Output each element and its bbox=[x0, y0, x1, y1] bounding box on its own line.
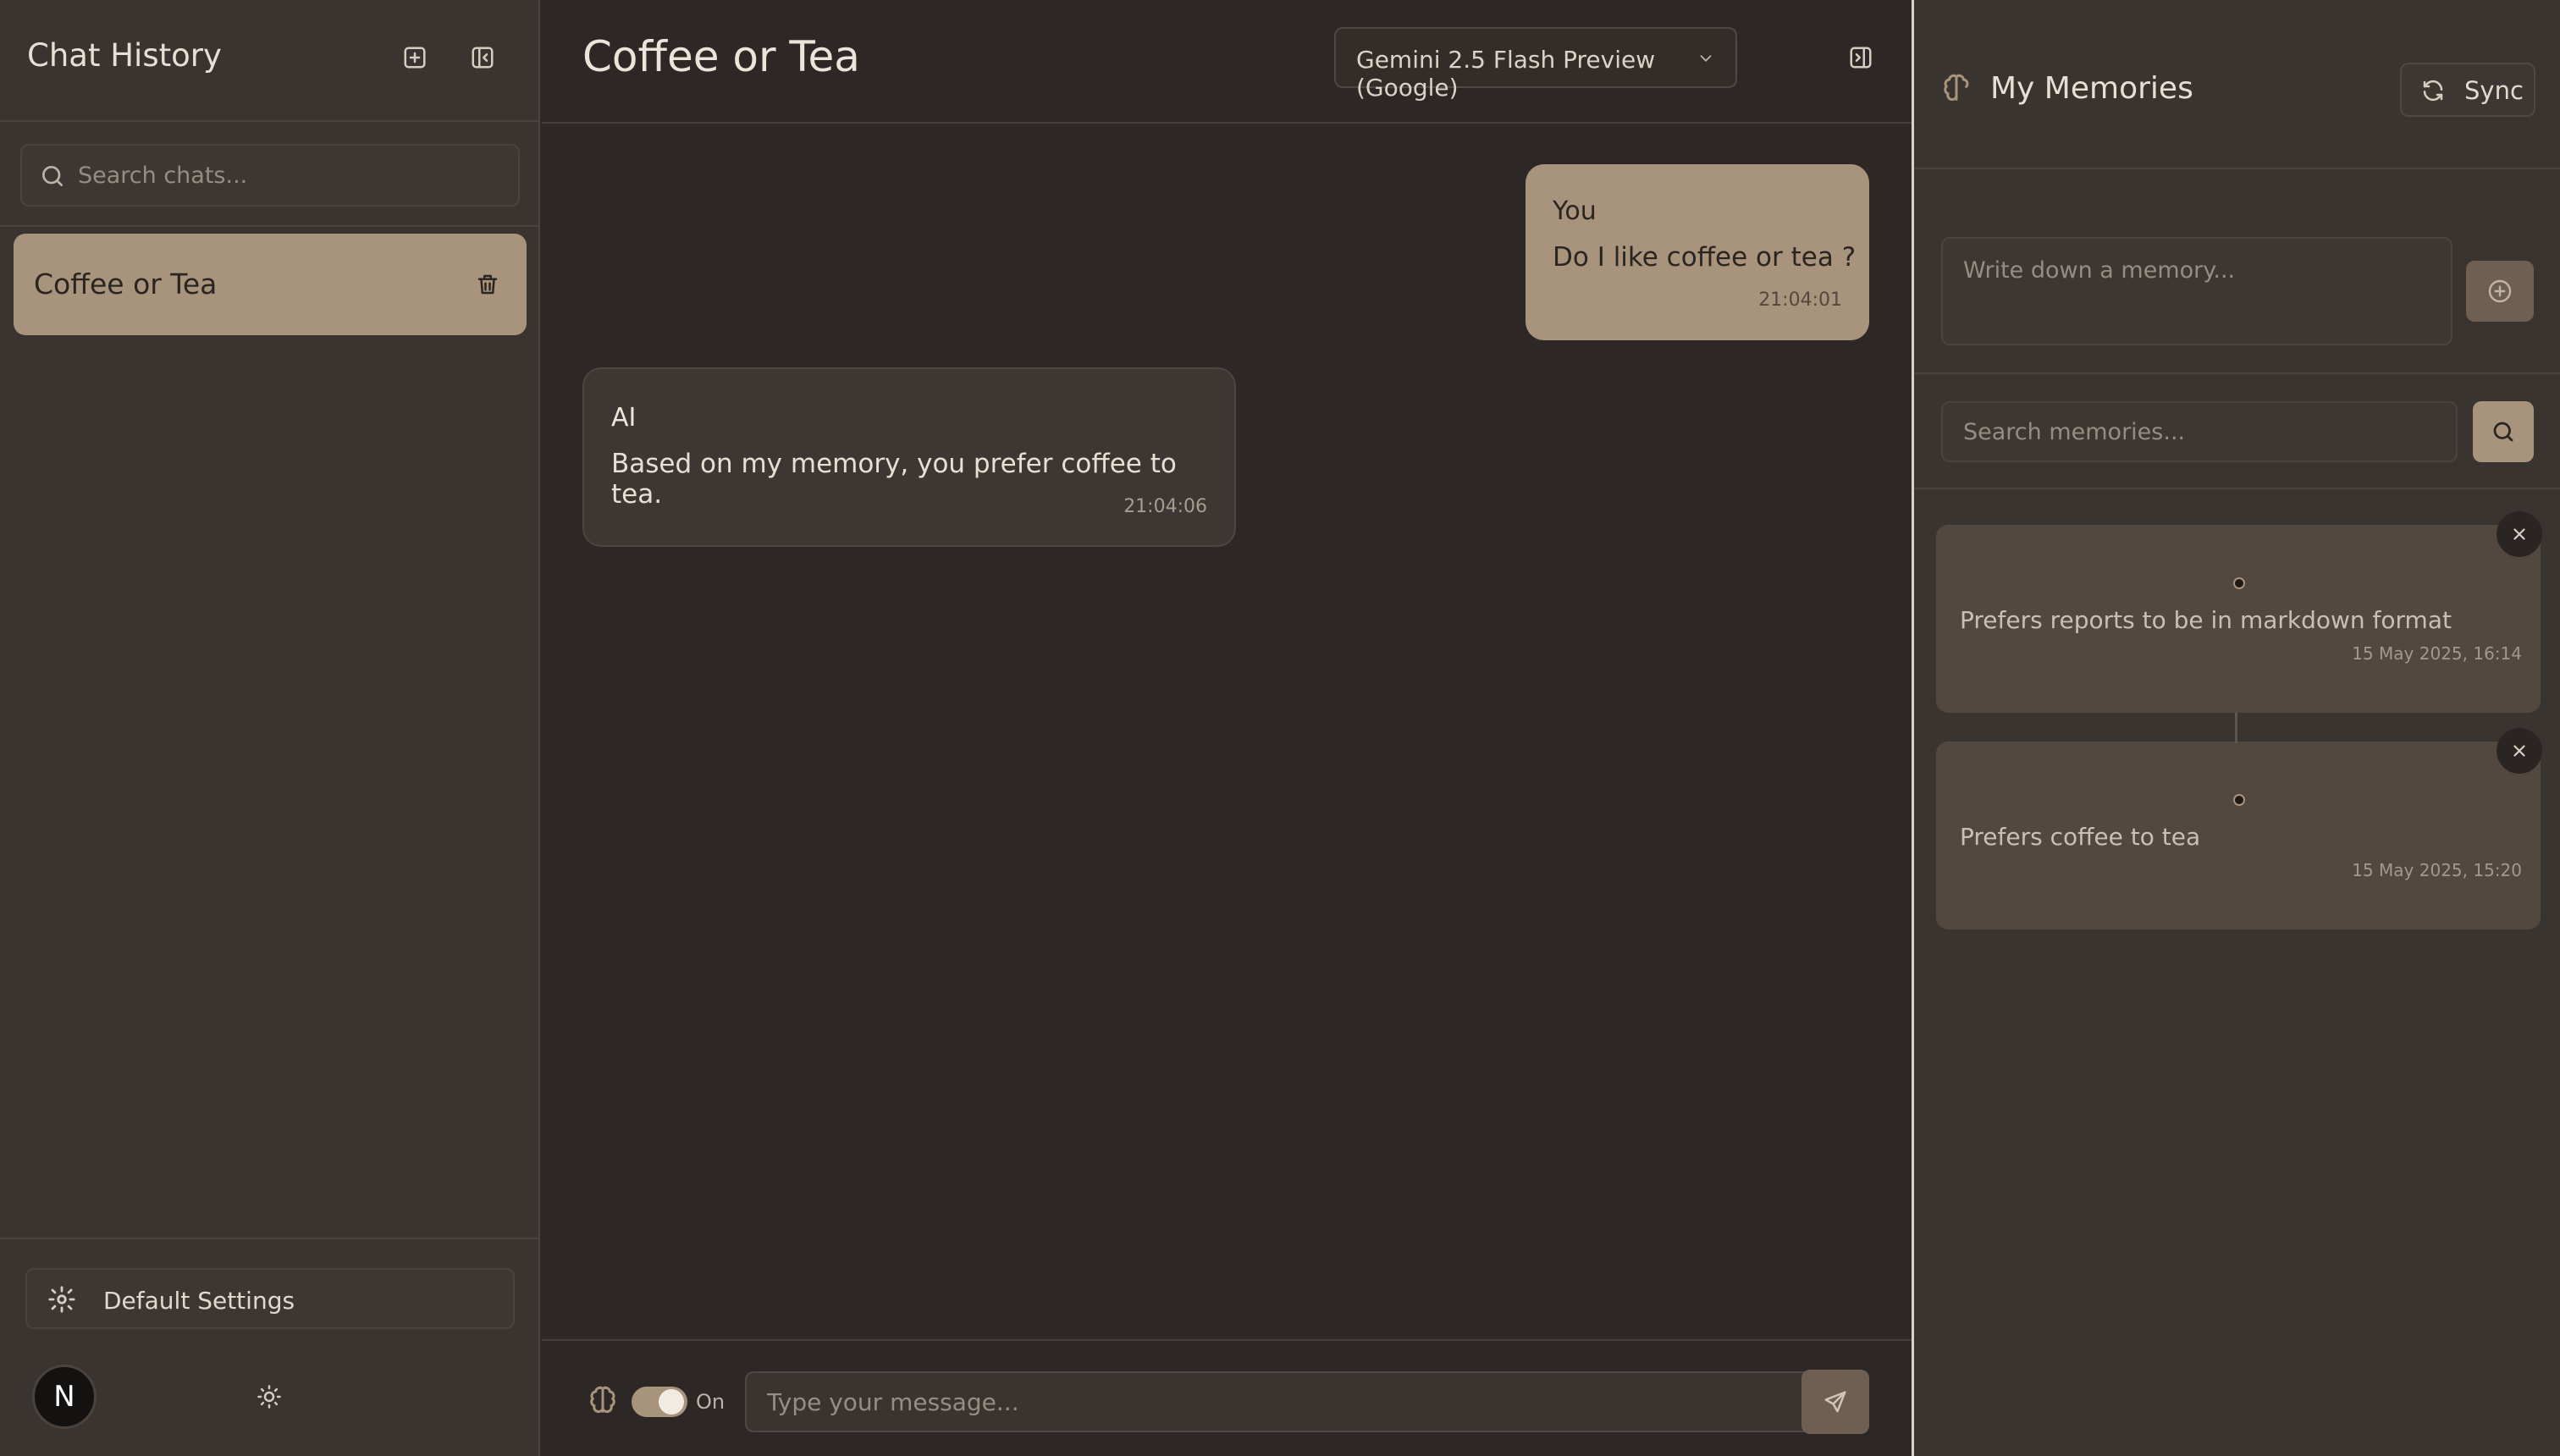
sidebar-header: Chat History bbox=[0, 0, 538, 122]
brain-icon bbox=[1944, 74, 1969, 102]
message-input[interactable] bbox=[745, 1371, 1823, 1432]
chat-list-item[interactable]: Coffee or Tea bbox=[14, 234, 527, 335]
memory-title: My Memories bbox=[1990, 71, 2193, 106]
default-settings-label: Default Settings bbox=[103, 1287, 295, 1315]
model-selector-label: Gemini 2.5 Flash Preview (Google) bbox=[1356, 46, 1656, 102]
new-chat-button[interactable] bbox=[391, 34, 439, 81]
chat-main: Coffee or Tea Gemini 2.5 Flash Preview (… bbox=[542, 0, 1912, 1456]
chevron-down-icon bbox=[1700, 55, 1712, 63]
sync-label: Sync bbox=[2464, 76, 2524, 105]
delete-chat-button[interactable] bbox=[464, 261, 511, 308]
memory-toggle-label: On bbox=[696, 1390, 726, 1414]
memory-search-button[interactable] bbox=[2473, 401, 2534, 462]
theme-toggle-button[interactable] bbox=[246, 1373, 293, 1420]
chat-search-section bbox=[0, 124, 538, 227]
toggle-knob bbox=[659, 1389, 684, 1415]
plus-circle-icon bbox=[2488, 279, 2512, 303]
chat-search-input[interactable] bbox=[76, 146, 508, 205]
message-text: Do I like coffee or tea ? bbox=[1553, 242, 1857, 273]
message-time: 21:04:06 bbox=[1123, 496, 1207, 517]
gear-icon bbox=[48, 1286, 75, 1313]
search-icon bbox=[42, 166, 63, 186]
sidebar-footer: Default Settings N bbox=[0, 1238, 538, 1456]
close-icon bbox=[2513, 745, 2525, 757]
close-icon bbox=[2513, 528, 2525, 540]
message-time: 21:04:01 bbox=[1758, 290, 1842, 311]
search-icon bbox=[2493, 422, 2513, 442]
chat-item-label: Coffee or Tea bbox=[34, 267, 218, 301]
memory-toggle-switch[interactable] bbox=[632, 1387, 687, 1417]
memory-text: Prefers coffee to tea bbox=[1960, 823, 2201, 851]
memory-card: Prefers reports to be in markdown format… bbox=[1936, 525, 2541, 713]
sidebar-title: Chat History bbox=[27, 37, 222, 74]
toggle-memory-panel-button[interactable] bbox=[1837, 34, 1884, 81]
memory-search-section bbox=[1914, 376, 2560, 489]
memory-text: Prefers reports to be in markdown format bbox=[1960, 606, 2452, 634]
message-composer: On bbox=[542, 1339, 1912, 1456]
collapse-sidebar-button[interactable] bbox=[459, 34, 506, 81]
panel-right-icon bbox=[1850, 47, 1872, 69]
memory-header: My Memories Sync bbox=[1914, 0, 2560, 169]
chat-sidebar: Chat History Coffee or Tea Default S bbox=[0, 0, 540, 1456]
memory-card: Prefers coffee to tea 15 May 2025, 15:20 bbox=[1936, 742, 2541, 929]
add-memory-section bbox=[1914, 171, 2560, 374]
sync-button[interactable]: Sync bbox=[2400, 63, 2535, 117]
default-settings-button[interactable]: Default Settings bbox=[25, 1268, 515, 1329]
chat-header: Coffee or Tea Gemini 2.5 Flash Preview (… bbox=[542, 0, 1912, 124]
chat-search-box bbox=[20, 144, 520, 207]
brain-icon bbox=[590, 1386, 615, 1414]
send-button[interactable] bbox=[1801, 1370, 1869, 1434]
memory-time: 15 May 2025, 15:20 bbox=[2352, 860, 2522, 880]
ai-message-bubble: AI Based on my memory, you prefer coffee… bbox=[582, 367, 1236, 547]
delete-memory-button[interactable] bbox=[2497, 511, 2542, 557]
memory-time: 15 May 2025, 16:14 bbox=[2352, 643, 2522, 664]
user-avatar[interactable]: N bbox=[32, 1365, 97, 1429]
add-memory-button[interactable] bbox=[2466, 261, 2534, 322]
delete-memory-button[interactable] bbox=[2497, 728, 2542, 774]
memory-node-dot bbox=[2233, 794, 2245, 806]
memory-input[interactable] bbox=[1941, 237, 2452, 345]
message-sender: AI bbox=[611, 403, 637, 433]
chat-title: Coffee or Tea bbox=[582, 32, 860, 81]
plus-square-icon bbox=[404, 47, 426, 69]
send-icon bbox=[1824, 1391, 1846, 1413]
refresh-icon bbox=[2423, 80, 2443, 102]
trash-icon bbox=[477, 274, 498, 295]
user-message-bubble: You Do I like coffee or tea ? 21:04:01 bbox=[1526, 164, 1869, 340]
memory-search-input[interactable] bbox=[1941, 401, 2458, 462]
model-selector[interactable]: Gemini 2.5 Flash Preview (Google) bbox=[1334, 27, 1737, 102]
message-sender: You bbox=[1553, 196, 1597, 226]
memory-connector-line bbox=[2235, 713, 2237, 743]
memory-node-dot bbox=[2233, 577, 2245, 589]
panel-left-close-icon bbox=[472, 47, 494, 69]
sun-icon bbox=[257, 1385, 281, 1409]
app-root: Chat History Coffee or Tea Default S bbox=[0, 0, 2560, 1456]
